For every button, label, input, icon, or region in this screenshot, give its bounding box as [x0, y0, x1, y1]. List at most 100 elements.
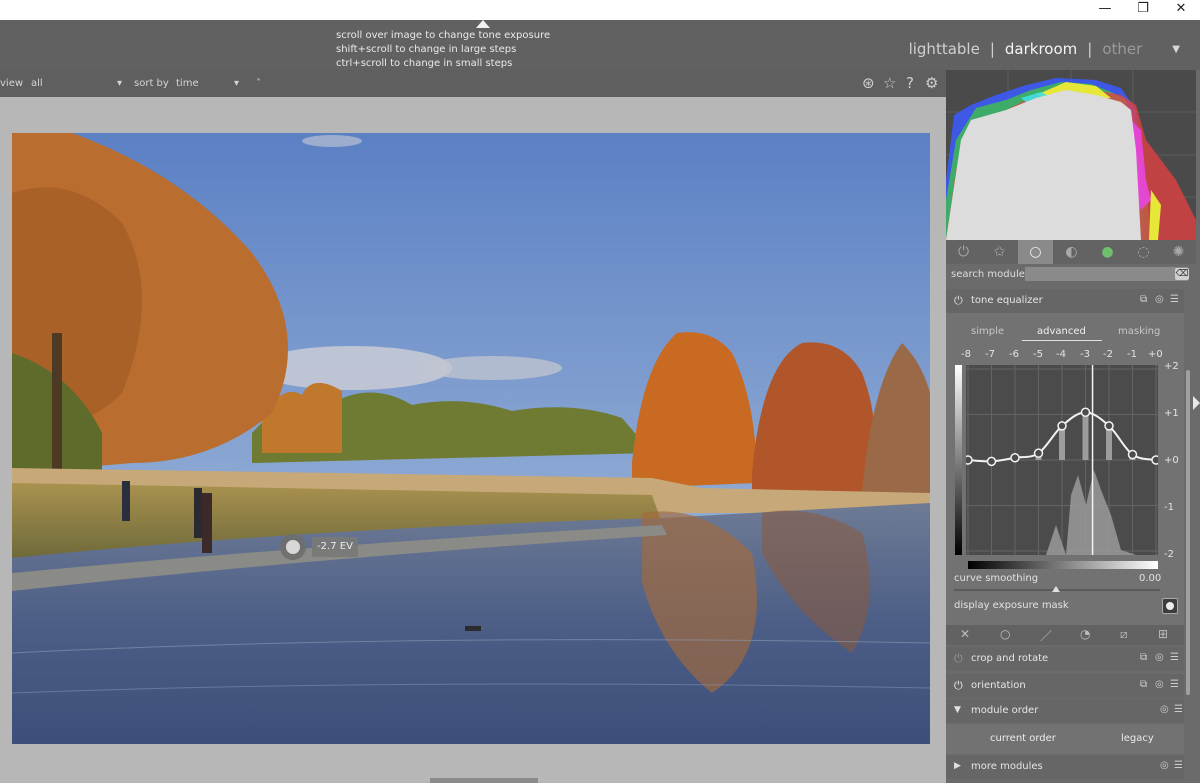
chevron-down-icon[interactable]: ▼: [1172, 44, 1180, 55]
raster-mask-icon[interactable]: ⊞: [1158, 627, 1168, 641]
mask-dot-icon: [1166, 602, 1174, 610]
view-other[interactable]: other: [1102, 40, 1142, 58]
band-gain-bar: [1082, 412, 1089, 460]
slider-thumb-icon[interactable]: [1052, 586, 1060, 592]
correct-group-icon[interactable]: ◌: [1126, 240, 1161, 264]
view-darkroom[interactable]: darkroom: [1005, 40, 1077, 58]
gradient-mask-icon[interactable]: ⧄: [1120, 627, 1128, 642]
brush-mask-icon[interactable]: ／: [1040, 627, 1052, 644]
mask-tools-bar: ✕ ○ ／ ◔ ⧄ ⊞: [946, 625, 1184, 645]
curve-node[interactable]: [1127, 449, 1138, 460]
power-icon[interactable]: ⏻: [954, 294, 963, 308]
view-separator: |: [1087, 40, 1093, 58]
power-icon[interactable]: ⏻: [954, 679, 963, 693]
clear-search-icon[interactable]: ⌫: [1175, 268, 1189, 280]
chevron-down-icon[interactable]: ▾: [234, 78, 239, 89]
tab-masking[interactable]: masking: [1118, 326, 1160, 337]
curve-smoothing-label: curve smoothing: [954, 573, 1039, 584]
gain-tick-label: +2: [1164, 361, 1179, 372]
mask-off-icon[interactable]: ✕: [960, 627, 970, 641]
path-mask-icon[interactable]: ◔: [1080, 627, 1090, 641]
module-order-header[interactable]: ▼ module order ◎ ☰: [946, 699, 1184, 723]
band-gain-bar: [1059, 425, 1065, 460]
presets-menu-icon[interactable]: ☰: [1174, 704, 1183, 715]
curve-node[interactable]: [1080, 407, 1091, 417]
exposure-cursor-handle[interactable]: [280, 534, 306, 560]
favorite-star-icon[interactable]: ✩: [982, 240, 1017, 264]
close-button[interactable]: ✕: [1162, 0, 1200, 20]
view-lighttable[interactable]: lighttable: [909, 40, 980, 58]
gain-tick-label: +0: [1164, 455, 1179, 466]
panel-scrollbar[interactable]: [1186, 370, 1190, 695]
reset-icon[interactable]: ◎: [1160, 704, 1169, 715]
reset-icon[interactable]: ◎: [1155, 652, 1164, 663]
reset-icon[interactable]: ◎: [1155, 679, 1164, 690]
tooltip-line: scroll over image to change tone exposur…: [336, 30, 551, 41]
presets-menu-icon[interactable]: ☰: [1170, 652, 1179, 663]
view-switcher: lighttable | darkroom | other ▼: [909, 40, 1180, 58]
active-tab-indicator: [1022, 340, 1102, 341]
gear-icon[interactable]: ⚙: [925, 74, 938, 92]
color-picker-icon[interactable]: ⊛: [862, 74, 875, 92]
tab-simple[interactable]: simple: [971, 326, 1004, 337]
sort-direction-icon[interactable]: ˄: [256, 78, 261, 89]
presets-menu-icon[interactable]: ☰: [1170, 294, 1179, 305]
curve-node[interactable]: [1104, 421, 1114, 431]
bottom-panel-toggle[interactable]: [430, 778, 538, 783]
gain-tick-label: -2: [1164, 549, 1174, 560]
chevron-down-icon[interactable]: ▾: [117, 78, 122, 89]
histogram[interactable]: [946, 70, 1196, 240]
effect-group-icon[interactable]: ✺: [1161, 240, 1196, 264]
sortby-dropdown[interactable]: time: [176, 78, 199, 89]
curve-node[interactable]: [986, 456, 997, 467]
reset-icon[interactable]: ◎: [1160, 760, 1169, 771]
module-name: orientation: [971, 680, 1026, 691]
power-icon[interactable]: ⏻: [954, 652, 963, 666]
tooltip-arrow-icon: [476, 20, 490, 28]
curve-smoothing-value[interactable]: 0.00: [1139, 573, 1161, 584]
view-filter-dropdown[interactable]: all: [31, 78, 43, 89]
window-titlebar: — ❐ ✕: [0, 0, 1200, 20]
minimize-button[interactable]: —: [1086, 0, 1124, 20]
expand-arrow-icon[interactable]: ▶: [954, 761, 961, 771]
collapse-panel-arrow-icon[interactable]: [1193, 396, 1200, 410]
view-separator: |: [989, 40, 995, 58]
base-group-icon[interactable]: ◐: [1054, 240, 1089, 264]
reset-icon[interactable]: ◎: [1155, 294, 1164, 305]
presets-menu-icon[interactable]: ☰: [1174, 760, 1183, 771]
curve-node[interactable]: [1151, 455, 1158, 465]
collapse-arrow-icon[interactable]: ▼: [954, 705, 961, 715]
multi-instance-icon[interactable]: ⧉: [1140, 652, 1147, 663]
star-icon[interactable]: ☆: [883, 74, 896, 92]
ev-tick-label: -8: [961, 349, 971, 360]
tone-curve-graph[interactable]: [966, 365, 1158, 555]
gain-tick-label: +1: [1164, 408, 1179, 419]
curve-node[interactable]: [1010, 452, 1020, 463]
circle-mask-icon[interactable]: ○: [1000, 627, 1010, 641]
power-icon[interactable]: ⏻: [946, 240, 981, 264]
crop-and-rotate-header[interactable]: ⏻ crop and rotate ⧉ ◎ ☰: [946, 647, 1184, 671]
tab-advanced[interactable]: advanced: [1037, 326, 1086, 337]
view-filter-label: view: [0, 78, 24, 89]
band-gain-bar: [1106, 425, 1112, 460]
tooltip-line: shift+scroll to change in large steps: [336, 44, 517, 55]
search-module-input[interactable]: [1025, 267, 1188, 281]
multi-instance-icon[interactable]: ⧉: [1140, 679, 1147, 690]
orientation-header[interactable]: ⏻ orientation ⧉ ◎ ☰: [946, 674, 1184, 698]
color-group-icon[interactable]: ●: [1090, 240, 1125, 264]
photo-preview[interactable]: [12, 133, 930, 744]
restore-button[interactable]: ❐: [1124, 0, 1162, 20]
curve-node[interactable]: [966, 455, 973, 465]
curve-node[interactable]: [1033, 448, 1044, 458]
tone-group-icon[interactable]: ○: [1018, 240, 1053, 264]
multi-instance-icon[interactable]: ⧉: [1140, 294, 1147, 305]
tone-equalizer-header[interactable]: ⏻ tone equalizer ⧉ ◎ ☰: [946, 289, 1184, 313]
cursor-dot-icon: [286, 540, 300, 554]
display-mask-toggle[interactable]: [1162, 598, 1178, 614]
filter-bar: view all ▾ sort by time ▾ ˄ ⊛ ☆ ? ⚙: [0, 70, 946, 97]
ev-tick-label: -7: [985, 349, 995, 360]
more-modules-header[interactable]: ▶ more modules ◎ ☰: [946, 755, 1184, 779]
help-icon[interactable]: ?: [906, 74, 914, 92]
curve-node[interactable]: [1057, 421, 1067, 431]
presets-menu-icon[interactable]: ☰: [1170, 679, 1179, 690]
